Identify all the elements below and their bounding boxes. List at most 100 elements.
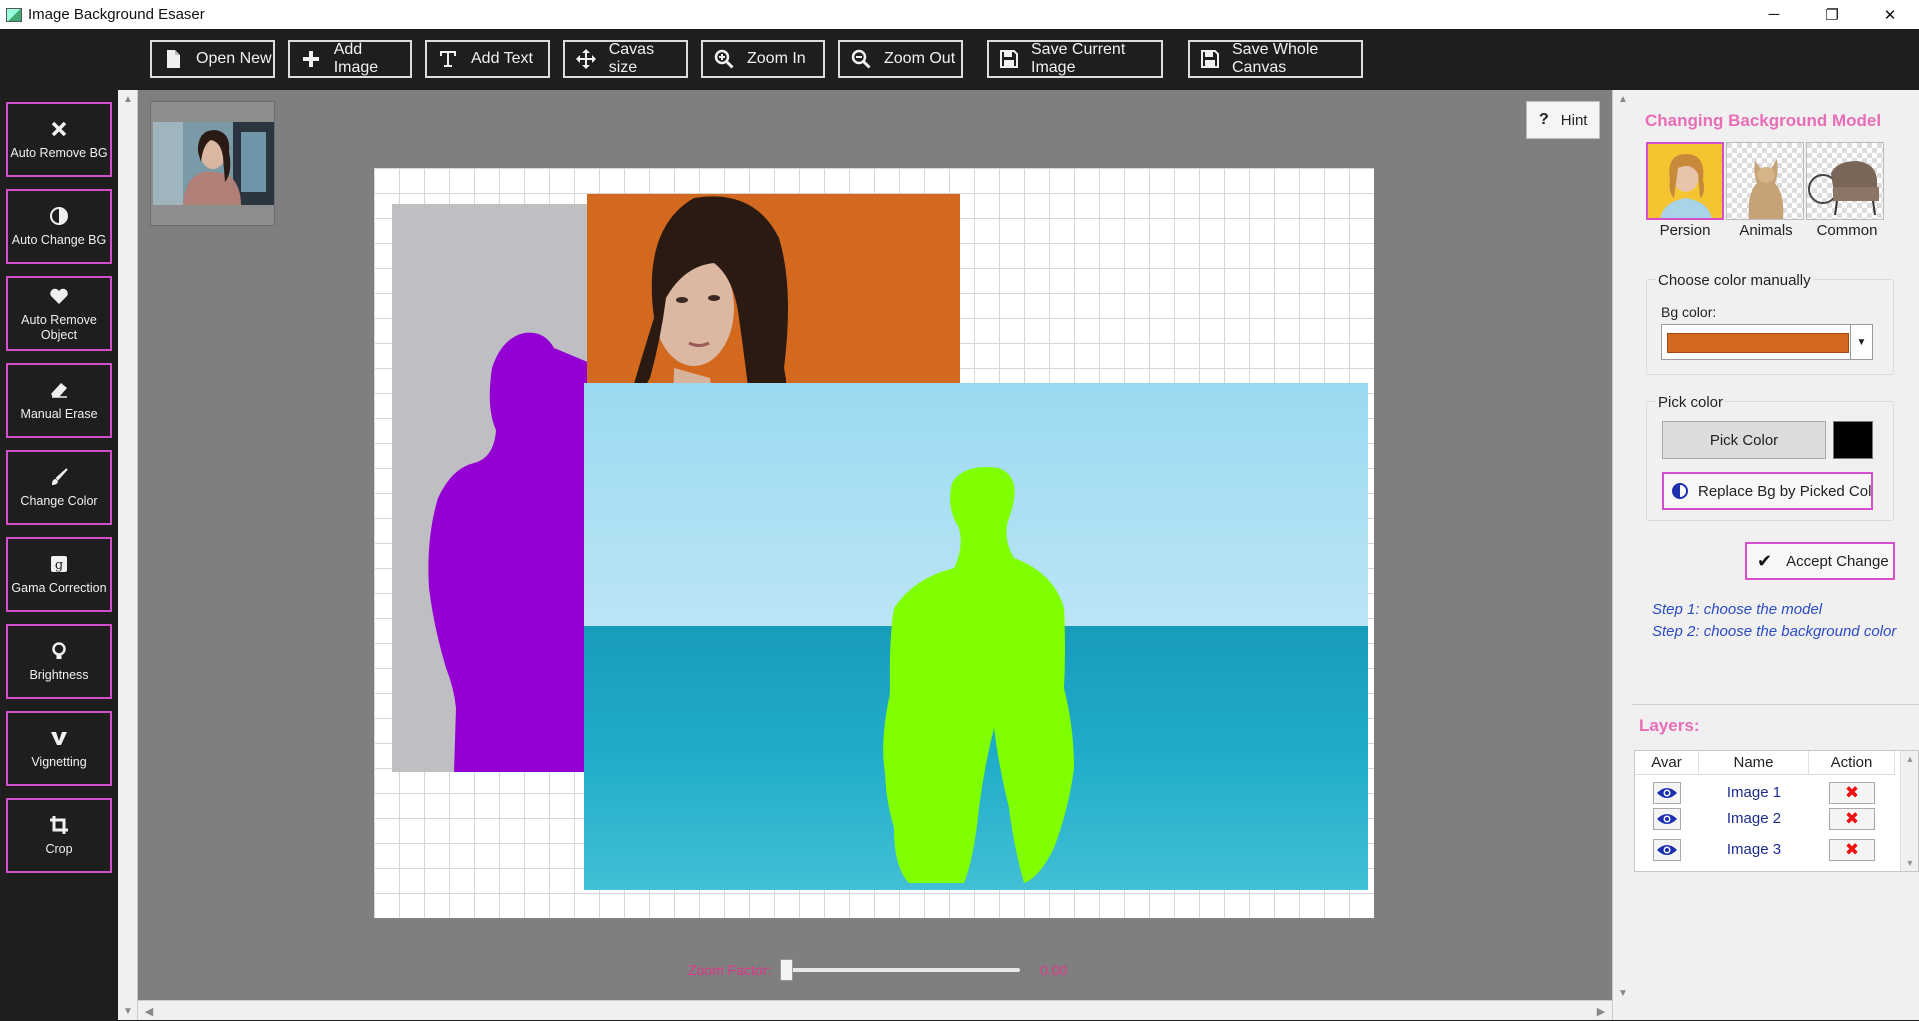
zoom-in-button[interactable]: Zoom In bbox=[701, 40, 825, 78]
column-header-avar: Avar bbox=[1635, 751, 1699, 774]
restore-button[interactable]: ❐ bbox=[1803, 0, 1861, 29]
layer-image-purple-silhouette[interactable] bbox=[392, 204, 602, 772]
canvas-size-button[interactable]: Cavas size bbox=[563, 40, 688, 78]
auto-remove-object-label: Auto Remove Object bbox=[21, 312, 97, 342]
crop-button[interactable]: Crop bbox=[6, 798, 112, 873]
layers-scrollbar[interactable]: ▲ ▼ bbox=[1900, 751, 1918, 871]
vignette-icon bbox=[48, 727, 70, 749]
pick-color-group-title: Pick color bbox=[1656, 394, 1726, 411]
bg-color-label: Bg color: bbox=[1661, 304, 1717, 320]
bg-color-swatch bbox=[1667, 333, 1849, 353]
left-vertical-scrollbar[interactable]: ▲ ▼ bbox=[118, 90, 138, 1020]
image-thumbnail-panel bbox=[150, 101, 275, 226]
delete-x-icon[interactable]: ✖ bbox=[1829, 781, 1875, 804]
horizontal-scrollbar[interactable]: ◀ ▶ bbox=[138, 1000, 1612, 1020]
zoom-factor-label: Zoom Factor: bbox=[688, 962, 772, 978]
auto-remove-bg-button[interactable]: Auto Remove BG bbox=[6, 102, 112, 177]
layers-header: Avar Name Action bbox=[1635, 751, 1895, 775]
eye-icon[interactable] bbox=[1653, 807, 1681, 830]
zoom-control: Zoom Factor: 0.00 bbox=[688, 958, 1088, 982]
close-button[interactable]: ✕ bbox=[1861, 0, 1919, 29]
vignetting-button[interactable]: Vignetting bbox=[6, 711, 112, 786]
layer-name: Image 2 bbox=[1726, 810, 1782, 827]
main-toolbar: Open New Add Image Add Text Cavas size Z… bbox=[0, 29, 1919, 90]
gama-correction-label: Gama Correction bbox=[11, 581, 107, 595]
scroll-up-arrow-icon[interactable]: ▲ bbox=[118, 90, 138, 108]
save-icon bbox=[999, 48, 1019, 70]
auto-remove-bg-label: Auto Remove BG bbox=[10, 146, 108, 160]
pick-color-button[interactable]: Pick Color bbox=[1662, 421, 1826, 459]
picked-color-swatch bbox=[1833, 421, 1873, 459]
text-icon bbox=[437, 48, 459, 70]
hint-button[interactable]: ? Hint bbox=[1526, 101, 1600, 139]
contrast-icon bbox=[1672, 483, 1688, 499]
accept-change-button[interactable]: ✔ Accept Change bbox=[1745, 542, 1895, 580]
delete-x-icon[interactable]: ✖ bbox=[1829, 807, 1875, 830]
scroll-right-arrow-icon[interactable]: ▶ bbox=[1592, 1001, 1610, 1021]
model-common-label: Common bbox=[1816, 222, 1878, 239]
model-animals-label: Animals bbox=[1739, 222, 1793, 239]
right-vertical-scrollbar[interactable]: ▲ ▼ bbox=[1612, 90, 1632, 1020]
window-title: Image Background Esaser bbox=[28, 6, 205, 23]
manual-color-group: Choose color manually Bg color: ▼ bbox=[1646, 272, 1894, 375]
contrast-icon bbox=[48, 205, 70, 227]
brush-icon bbox=[48, 466, 70, 488]
eye-icon[interactable] bbox=[1653, 781, 1681, 804]
gama-correction-button[interactable]: g Gama Correction bbox=[6, 537, 112, 612]
zoom-slider-handle[interactable] bbox=[780, 959, 793, 981]
x-icon bbox=[48, 118, 70, 140]
layer-image-green-silhouette[interactable] bbox=[584, 383, 1368, 890]
image-thumbnail[interactable] bbox=[153, 122, 274, 205]
auto-remove-object-button[interactable]: Auto Remove Object bbox=[6, 276, 112, 351]
minimize-button[interactable]: ─ bbox=[1745, 0, 1803, 29]
add-image-label: Add Image bbox=[333, 41, 379, 76]
open-new-button[interactable]: Open New bbox=[150, 40, 275, 78]
scroll-up-arrow-icon[interactable]: ▲ bbox=[1613, 90, 1633, 108]
open-new-label: Open New bbox=[196, 50, 272, 67]
panel-divider bbox=[1632, 704, 1919, 705]
zoom-factor-value: 0.00 bbox=[1040, 962, 1068, 978]
step-2-text: Step 2: choose the background color bbox=[1652, 623, 1897, 640]
plus-icon bbox=[300, 48, 322, 70]
crop-icon bbox=[48, 814, 70, 836]
bg-color-dropdown[interactable]: ▼ bbox=[1661, 324, 1873, 360]
checkmark-icon: ✔ bbox=[1757, 550, 1773, 571]
scroll-up-arrow-icon[interactable]: ▲ bbox=[1901, 751, 1919, 767]
gamma-icon: g bbox=[48, 553, 70, 575]
chevron-down-icon[interactable]: ▼ bbox=[1850, 325, 1872, 359]
tools-sidebar: Auto Remove BG Auto Change BG Auto Remov… bbox=[0, 90, 118, 1020]
layer-row[interactable]: Image 2 ✖ bbox=[1635, 803, 1895, 834]
manual-erase-button[interactable]: Manual Erase bbox=[6, 363, 112, 438]
scroll-down-arrow-icon[interactable]: ▼ bbox=[118, 1002, 138, 1020]
model-animals-tile[interactable] bbox=[1726, 142, 1804, 220]
change-color-button[interactable]: Change Color bbox=[6, 450, 112, 525]
brightness-button[interactable]: Brightness bbox=[6, 624, 112, 699]
eye-icon[interactable] bbox=[1653, 838, 1681, 861]
title-bar: Image Background Esaser ─ ❐ ✕ bbox=[0, 0, 1919, 29]
auto-change-bg-label: Auto Change BG bbox=[11, 233, 107, 247]
auto-change-bg-button[interactable]: Auto Change BG bbox=[6, 189, 112, 264]
model-person-tile[interactable] bbox=[1646, 142, 1724, 220]
add-image-button[interactable]: Add Image bbox=[288, 40, 412, 78]
model-person-label: Persion bbox=[1659, 222, 1711, 239]
add-text-button[interactable]: Add Text bbox=[425, 40, 550, 78]
scroll-down-arrow-icon[interactable]: ▼ bbox=[1613, 984, 1633, 1002]
layer-row[interactable]: Image 3 ✖ bbox=[1635, 834, 1895, 865]
layer-name: Image 1 bbox=[1726, 784, 1782, 801]
save-current-image-button[interactable]: Save Current Image bbox=[987, 40, 1163, 78]
replace-bg-button[interactable]: Replace Bg by Picked Color bbox=[1662, 472, 1873, 510]
scroll-left-arrow-icon[interactable]: ◀ bbox=[140, 1001, 158, 1021]
save-current-image-label: Save Current Image bbox=[1031, 41, 1126, 76]
scroll-down-arrow-icon[interactable]: ▼ bbox=[1901, 855, 1919, 871]
editing-canvas[interactable] bbox=[374, 168, 1374, 918]
zoom-slider[interactable] bbox=[780, 959, 1020, 981]
layer-name: Image 3 bbox=[1726, 841, 1782, 858]
model-common-tile[interactable] bbox=[1806, 142, 1884, 220]
zoom-out-button[interactable]: Zoom Out bbox=[838, 40, 963, 78]
properties-panel: Changing Background Model Persion Animal… bbox=[1632, 90, 1919, 1020]
zoom-in-icon bbox=[713, 48, 735, 70]
brightness-label: Brightness bbox=[29, 668, 89, 682]
pick-color-group: Pick color Pick Color Replace Bg by Pick… bbox=[1646, 394, 1894, 521]
delete-x-icon[interactable]: ✖ bbox=[1829, 838, 1875, 861]
save-whole-canvas-button[interactable]: Save Whole Canvas bbox=[1188, 40, 1363, 78]
